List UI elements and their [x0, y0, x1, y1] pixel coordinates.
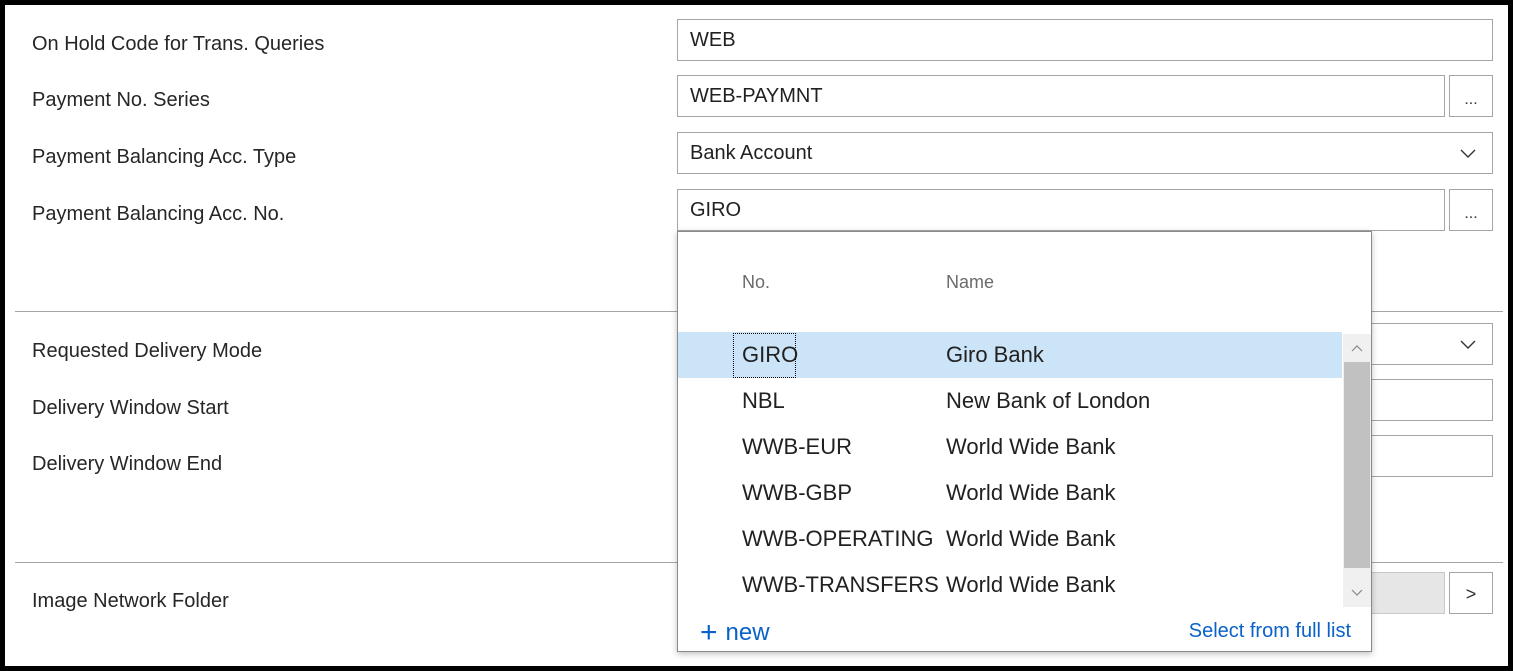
lookup-row-no: WWB-EUR: [742, 434, 852, 459]
delivery-window-start-field[interactable]: [1365, 379, 1493, 421]
lookup-row[interactable]: WWB-EUR World Wide Bank: [678, 424, 1342, 470]
column-header-name[interactable]: Name: [946, 272, 994, 293]
payment-bal-acc-no-label: Payment Balancing Acc. No.: [32, 203, 285, 225]
payment-bal-acc-type-value: Bank Account: [690, 142, 813, 164]
delivery-window-end-label: Delivery Window End: [32, 453, 223, 475]
chevron-down-icon: [1458, 334, 1478, 354]
lookup-row-name: World Wide Bank: [946, 480, 1116, 505]
lookup-row[interactable]: WWB-OPERATING World Wide Bank: [678, 516, 1342, 562]
on-hold-code-field[interactable]: WEB: [677, 19, 1493, 61]
plus-icon: +: [700, 616, 718, 649]
payment-bal-acc-type-label: Payment Balancing Acc. Type: [32, 146, 297, 168]
account-lookup-dropdown: No. Name GIRO Giro Bank NBL New Bank of …: [677, 231, 1372, 652]
payment-no-series-field[interactable]: WEB-PAYMNT: [677, 75, 1445, 117]
lookup-row[interactable]: WWB-TRANSFERS World Wide Bank: [678, 562, 1342, 608]
payment-bal-acc-no-assist-button[interactable]: ...: [1449, 189, 1493, 231]
payment-no-series-label: Payment No. Series: [32, 89, 210, 111]
lookup-row[interactable]: NBL New Bank of London: [678, 378, 1342, 424]
image-network-folder-drilldown-button[interactable]: >: [1449, 572, 1493, 614]
lookup-row-name: New Bank of London: [946, 388, 1151, 413]
on-hold-code-value: WEB: [690, 29, 736, 51]
lookup-row-name: Giro Bank: [946, 342, 1044, 367]
lookup-row-no: WWB-GBP: [742, 480, 852, 505]
image-network-folder-field: [1365, 572, 1445, 614]
new-button[interactable]: + new: [700, 616, 770, 650]
lookup-row-no: WWB-TRANSFERS: [742, 572, 939, 597]
select-from-full-list-link[interactable]: Select from full list: [1189, 620, 1351, 643]
chevron-down-icon[interactable]: [1343, 579, 1371, 607]
new-label: new: [725, 619, 770, 646]
requested-delivery-mode-select[interactable]: [1365, 323, 1493, 365]
lookup-scrollbar[interactable]: [1343, 334, 1371, 607]
requested-delivery-mode-label: Requested Delivery Mode: [32, 340, 263, 362]
payment-bal-acc-no-field[interactable]: GIRO: [677, 189, 1445, 231]
lookup-row-name: World Wide Bank: [946, 572, 1116, 597]
on-hold-code-label: On Hold Code for Trans. Queries: [32, 33, 325, 55]
column-header-no[interactable]: No.: [742, 272, 770, 293]
chevron-up-icon[interactable]: [1343, 334, 1371, 362]
scroll-thumb[interactable]: [1344, 362, 1370, 568]
lookup-row-name: World Wide Bank: [946, 526, 1116, 551]
payment-bal-acc-no-value: GIRO: [690, 199, 742, 221]
lookup-row-no: NBL: [742, 388, 785, 413]
delivery-window-end-field[interactable]: [1365, 435, 1493, 477]
chevron-down-icon: [1458, 143, 1478, 163]
lookup-row-name: World Wide Bank: [946, 434, 1116, 459]
lookup-row[interactable]: WWB-GBP World Wide Bank: [678, 470, 1342, 516]
lookup-row[interactable]: GIRO Giro Bank: [678, 332, 1342, 378]
payment-bal-acc-type-select[interactable]: Bank Account: [677, 132, 1493, 174]
image-network-folder-label: Image Network Folder: [32, 590, 229, 612]
lookup-row-no: WWB-OPERATING: [742, 526, 934, 551]
lookup-row-no: GIRO: [742, 342, 799, 367]
payment-no-series-assist-button[interactable]: ...: [1449, 75, 1493, 117]
payment-no-series-value: WEB-PAYMNT: [690, 85, 823, 107]
delivery-window-start-label: Delivery Window Start: [32, 397, 229, 419]
